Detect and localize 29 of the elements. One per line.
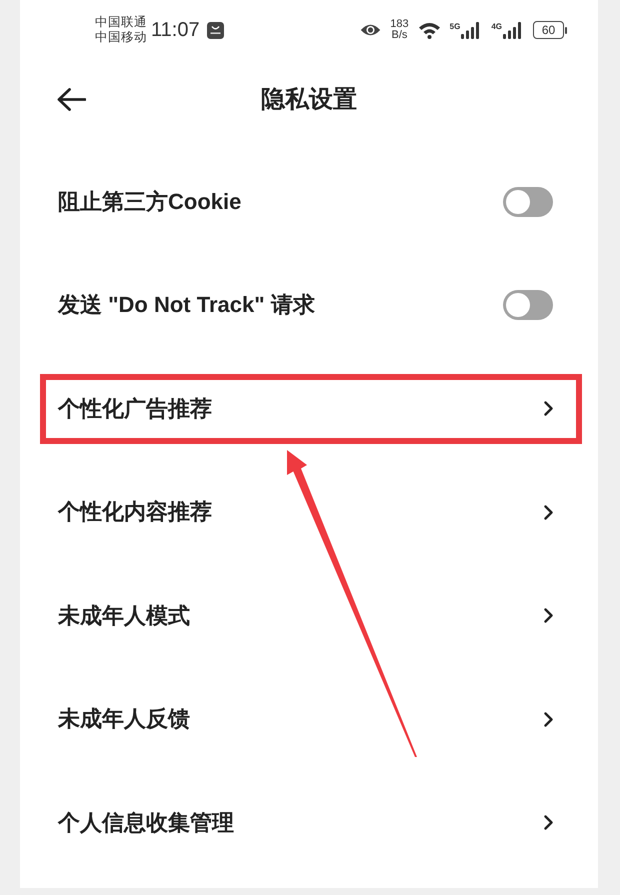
setting-label: 发送 "Do Not Track" 请求 (58, 291, 315, 320)
setting-label: 阻止第三方Cookie (58, 188, 242, 216)
chevron-right-icon (544, 712, 553, 727)
page-title: 隐私设置 (261, 85, 357, 115)
clock-time: 11:07 (151, 18, 200, 42)
signal-bars-icon (503, 22, 524, 38)
settings-menu-item[interactable]: 未成年人模式 (46, 586, 576, 645)
back-arrow-icon (57, 88, 86, 110)
settings-menu-item[interactable]: 个人信息收集管理 (46, 794, 576, 852)
wifi-icon (418, 21, 441, 39)
eye-icon (360, 23, 382, 37)
settings-menu-item[interactable]: 未成年人反馈 (46, 690, 576, 748)
chevron-right-icon (544, 815, 553, 830)
toggle-switch[interactable] (503, 290, 553, 320)
network-type-label: 4G (491, 22, 502, 30)
toggle-switch[interactable] (503, 186, 553, 217)
battery-percentage: 60 (542, 24, 556, 36)
chevron-right-icon (544, 401, 553, 416)
chevron-right-icon (544, 504, 553, 520)
settings-menu-item[interactable]: 个性化内容推荐 (46, 483, 576, 542)
app-icon (206, 22, 224, 38)
settings-menu-item[interactable]: 个性化广告推荐 (46, 380, 576, 438)
network-speed-unit: B/s (392, 30, 408, 41)
carrier-name: 中国联通 (95, 15, 147, 30)
network-type-label: 5G (450, 22, 460, 30)
back-button[interactable] (57, 88, 86, 110)
chevron-right-icon (544, 608, 553, 624)
carrier-name: 中国移动 (95, 30, 147, 45)
network-speed-value: 183 (390, 19, 409, 30)
